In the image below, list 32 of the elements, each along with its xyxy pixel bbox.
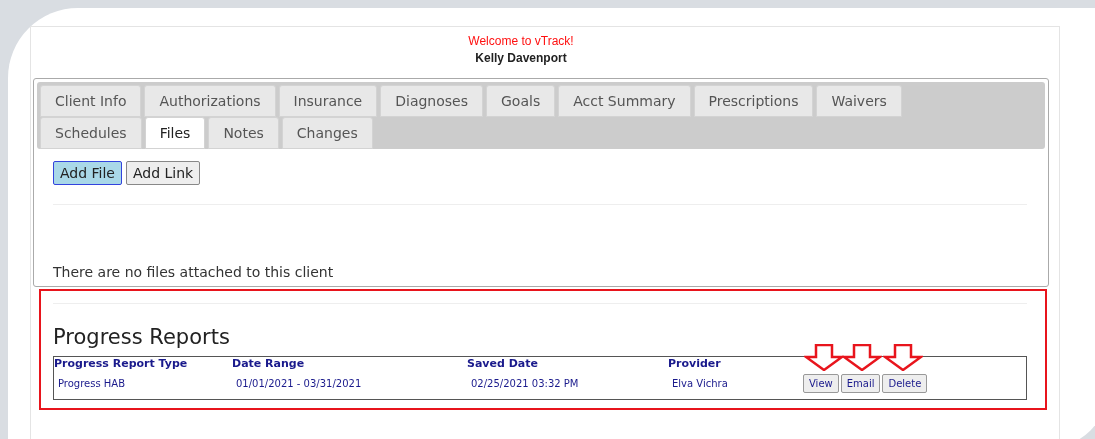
tab[interactable]: Diagnoses [380,85,483,117]
tab[interactable]: Acct Summary [558,85,691,117]
section-title: Progress Reports [53,325,230,349]
down-arrow-icon [804,344,844,371]
tab[interactable]: Authorizations [144,85,276,117]
tab[interactable]: Files [144,117,206,149]
table-cell: 02/25/2021 03:32 PM [471,378,579,389]
tab[interactable]: Changes [281,117,373,149]
user-name: Kelly Davenport [475,50,567,67]
down-arrow-icon [883,344,924,371]
tab[interactable]: Prescriptions [693,85,814,117]
welcome-message: Welcome to vTrack! [468,33,574,50]
table-cell: 01/01/2021 - 03/31/2021 [236,378,362,389]
down-arrow-icon [841,344,882,371]
tab[interactable]: Goals [486,85,556,117]
empty-message: There are no files attached to this client [53,264,334,280]
tab[interactable]: Insurance [278,85,378,117]
action-button[interactable]: Delete [882,374,928,393]
tab[interactable]: Waivers [816,85,902,117]
tab[interactable]: Notes [208,117,279,149]
table-cell: Elva Vichra [672,378,728,389]
column-header: Provider [668,356,721,370]
tab[interactable]: Schedules [40,117,142,149]
file-button[interactable]: Add Link [126,161,201,185]
action-button[interactable]: Email [840,374,881,393]
column-header: Date Range [232,356,305,370]
column-header: Progress Report Type [54,356,188,370]
table-cell: Progress HAB [58,378,126,389]
file-button[interactable]: Add File [53,161,122,185]
action-button[interactable]: View [803,374,839,393]
tab[interactable]: Client Info [40,85,142,117]
column-header: Saved Date [467,356,538,370]
